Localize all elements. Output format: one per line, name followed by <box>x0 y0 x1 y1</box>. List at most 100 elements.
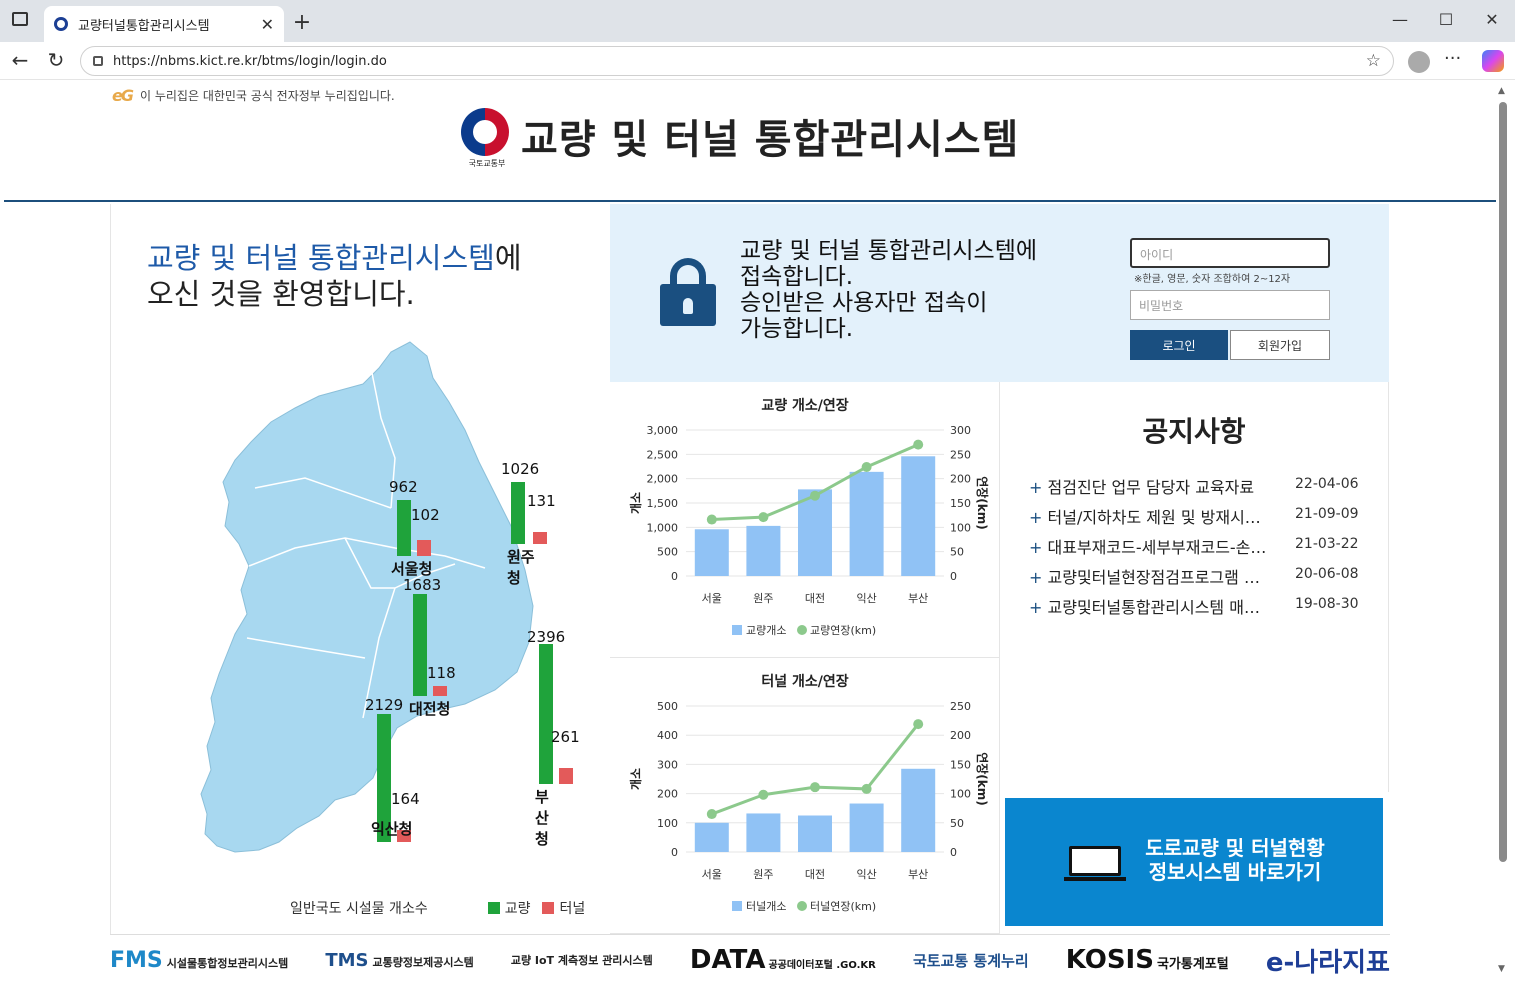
profile-avatar[interactable] <box>1408 51 1430 73</box>
ministry-name: 국토교통부 <box>468 159 506 168</box>
bar-원주 <box>746 525 781 576</box>
y-tick-label: 500 <box>657 546 678 559</box>
id-hint: ※한글, 영문, 숫자 조합하여 2~12자 <box>1134 274 1291 285</box>
new-tab-icon[interactable]: + <box>292 10 312 35</box>
close-window-icon[interactable]: ✕ <box>1482 10 1502 29</box>
notice-item-title[interactable]: 터널/지하차도 제원 및 방재시… <box>1029 504 1287 528</box>
tms-logo-text: TMS <box>325 949 369 971</box>
signup-button[interactable]: 회원가입 <box>1230 330 1330 360</box>
maximize-icon[interactable]: ☐ <box>1436 10 1456 29</box>
e-index-logo[interactable]: e-나라지표 <box>1266 942 1390 979</box>
iot-logo[interactable]: 교량 IoT 계측정보 관리시스템 <box>511 952 653 968</box>
notice-item-title[interactable]: 대표부재코드-세부부재코드-손… <box>1029 534 1287 558</box>
value-tunnel-wonju: 131 <box>527 492 556 510</box>
back-icon[interactable]: ← <box>8 48 32 72</box>
y-tick-label: 200 <box>657 788 678 801</box>
region-label-daejeon[interactable]: 대전청 <box>409 698 450 719</box>
address-bar[interactable]: https://nbms.kict.re.kr/btms/login/login… <box>80 46 1394 76</box>
region-label-busan[interactable]: 부산청 <box>535 786 549 849</box>
y2-tick-label: 250 <box>950 700 971 713</box>
login-button[interactable]: 로그인 <box>1130 330 1228 360</box>
y-tick-label: 400 <box>657 729 678 742</box>
value-tunnel-busan: 261 <box>551 728 580 746</box>
notice-item-date: 20-06-08 <box>1295 566 1359 582</box>
data-portal-logo[interactable]: DATA 공공데이터포털 .GO.KR <box>690 945 876 975</box>
site-title: 교량 및 터널 통합관리시스템 <box>521 117 1020 163</box>
reload-icon[interactable]: ↻ <box>44 48 68 72</box>
footer-logos: FMS 시설물통합정보관리시스템 TMS 교통량정보제공시스템 교량 IoT 계측정… <box>110 934 1390 985</box>
scroll-thumb[interactable] <box>1499 102 1507 862</box>
line-point-대전 <box>810 782 820 793</box>
stat-nuri-logo[interactable]: 국토교통 통계누리 <box>913 950 1029 971</box>
close-tab-icon[interactable]: ✕ <box>261 15 274 34</box>
y-tick-label: 1,000 <box>647 521 679 534</box>
fms-logo-sub: 시설물통합정보관리시스템 <box>166 956 289 970</box>
korea-map-shape <box>200 341 534 853</box>
notice-item[interactable]: 교량및터널통합관리시스템 매… 19-08-30 <box>1029 594 1369 618</box>
scroll-up-icon[interactable]: ▲ <box>1498 86 1505 96</box>
bridge-chart-svg: 교량 개소/연장 3,000 300 2,500 250 2,000 200 1,500 150… <box>629 397 990 637</box>
header-divider <box>4 200 1496 202</box>
bar-서울 <box>694 822 729 852</box>
tunnel-chart: 터널 개소/연장 500 250 400 200 300 150 200 100 100 50 0 0 개… <box>610 658 1000 934</box>
bridge-chart: 교량 개소/연장 3,000 300 2,500 250 2,000 200 1,500 150… <box>610 382 1000 658</box>
value-bridge-busan: 2396 <box>527 628 566 646</box>
bar-익산 <box>849 803 884 852</box>
notice-item[interactable]: 교량및터널현장점검프로그램 … 20-06-08 <box>1029 564 1369 588</box>
page-scrollbar[interactable]: ▲ ▼ <box>1496 84 1510 981</box>
kosis-logo[interactable]: KOSIS 국가통계포털 <box>1066 945 1229 975</box>
x-tick-label: 부산 <box>908 592 928 605</box>
y-axis-label: 개소 <box>629 492 643 514</box>
notice-item[interactable]: 점검진단 업무 담당자 교육자료 22-04-06 <box>1029 474 1369 498</box>
copilot-icon[interactable] <box>1482 50 1504 72</box>
region-label-wonju[interactable]: 원주청 <box>507 546 535 588</box>
site-header[interactable]: 국토교통부 교량 및 터널 통합관리시스템 <box>459 106 1020 168</box>
portal-shortcut-button[interactable]: 도로교량 및 터널현황 정보시스템 바로가기 <box>1005 798 1383 926</box>
line-point-원주 <box>758 789 769 800</box>
more-menu-icon[interactable]: ··· <box>1444 48 1461 69</box>
fms-logo[interactable]: FMS 시설물통합정보관리시스템 <box>110 948 288 973</box>
notice-item[interactable]: 대표부재코드-세부부재코드-손… 21-03-22 <box>1029 534 1369 558</box>
kosis-logo-sub: 국가통계포털 <box>1156 957 1229 972</box>
x-tick-label: 대전 <box>805 868 825 881</box>
legend-tunnel-label: 터널 <box>559 901 586 917</box>
sidebar-toggle-icon[interactable] <box>12 12 28 26</box>
legend-bar-label: 터널개소 <box>746 900 786 913</box>
lock-icon <box>660 258 716 326</box>
browser-tab[interactable]: 교량터널통합관리시스템 ✕ <box>44 6 284 42</box>
lock-icon <box>93 56 103 66</box>
id-input[interactable]: 아이디 <box>1130 238 1330 268</box>
tms-logo[interactable]: TMS 교통량정보제공시스템 <box>325 950 473 971</box>
y-tick-label: 500 <box>657 700 678 713</box>
legend-bridge-label: 교량 <box>504 901 531 917</box>
value-bridge-seoul: 962 <box>389 478 418 496</box>
scroll-down-icon[interactable]: ▼ <box>1498 964 1505 974</box>
y-tick-label: 100 <box>657 817 678 830</box>
notice-item[interactable]: 터널/지하차도 제원 및 방재시… 21-09-09 <box>1029 504 1369 528</box>
x-tick-label: 익산 <box>856 592 876 605</box>
welcome-line2: 오신 것을 환영합니다. <box>147 277 415 311</box>
welcome-panel: 교량 및 터널 통합관리시스템에 오신 것을 환영합니다. 962 102 서울… <box>110 204 610 934</box>
portal-label: 도로교량 및 터널현황 정보시스템 바로가기 <box>1125 836 1345 884</box>
bar-bridge-daejeon <box>413 594 427 696</box>
login-message-line2: 접속합니다. <box>740 264 854 290</box>
chart-title: 터널 개소/연장 <box>761 673 848 690</box>
region-label-iksan[interactable]: 익산청 <box>371 818 412 839</box>
favorite-star-icon[interactable]: ☆ <box>1366 51 1381 71</box>
url-text[interactable]: https://nbms.kict.re.kr/btms/login/login… <box>113 54 387 69</box>
password-input[interactable]: 비밀번호 <box>1130 290 1330 320</box>
x-tick-label: 서울 <box>702 592 722 605</box>
notice-item-title[interactable]: 교량및터널현장점검프로그램 … <box>1029 564 1287 588</box>
address-bar-row: ← ↻ https://nbms.kict.re.kr/btms/login/l… <box>0 42 1515 80</box>
portal-line2: 정보시스템 바로가기 <box>1148 860 1322 884</box>
value-bridge-iksan: 2129 <box>365 696 404 714</box>
bar-bridge-busan <box>539 644 553 784</box>
bar-대전 <box>798 815 832 852</box>
y-tick-label: 0 <box>671 570 678 583</box>
notice-item-title[interactable]: 점검진단 업무 담당자 교육자료 <box>1029 474 1287 498</box>
map-legend-caption: 일반국도 시설물 개소수 <box>290 901 428 917</box>
value-tunnel-iksan: 164 <box>391 790 420 808</box>
bar-bridge-wonju <box>511 482 525 544</box>
minimize-icon[interactable]: — <box>1390 10 1410 29</box>
notice-item-title[interactable]: 교량및터널통합관리시스템 매… <box>1029 594 1287 618</box>
